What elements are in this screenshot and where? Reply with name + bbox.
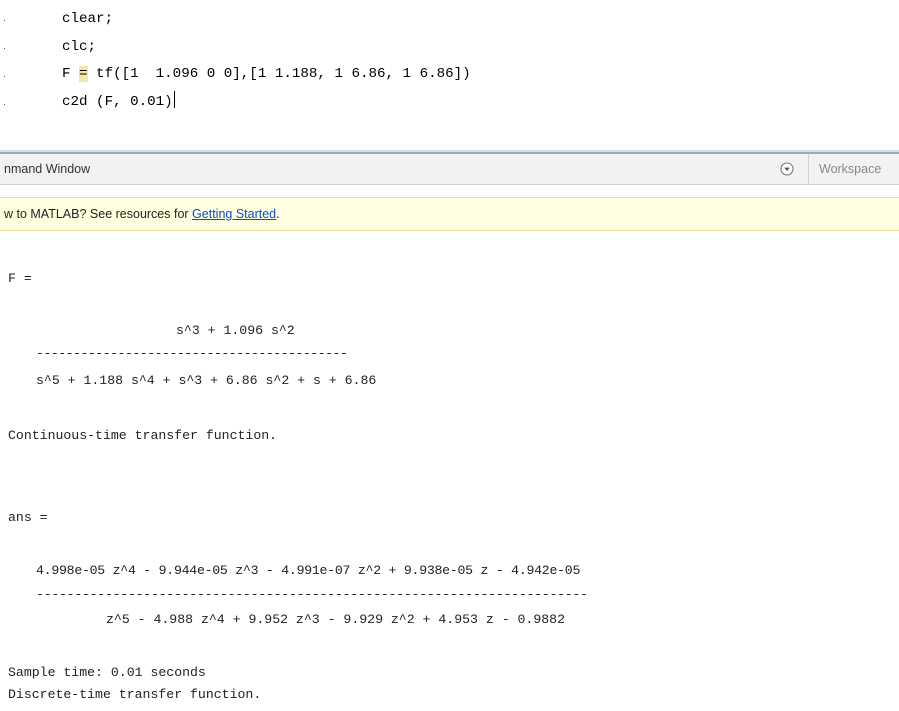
matched-equals-highlight: =	[79, 66, 88, 82]
banner-prefix: w to MATLAB? See resources for	[4, 207, 193, 221]
banner-text: w to MATLAB? See resources for Getting S…	[4, 198, 280, 230]
output-f-denominator: s^5 + 1.188 s^4 + s^3 + 6.86 s^2 + s + 6…	[36, 373, 377, 388]
breakpoint-marker[interactable]	[4, 20, 5, 21]
code-editor[interactable]: clear; clc; F = tf([1 1.096 0 0],[1 1.18…	[0, 0, 899, 152]
command-window-title: nmand Window	[4, 162, 91, 176]
banner-suffix: .	[276, 207, 280, 221]
output-f-fraction-bar: ----------------------------------------…	[36, 346, 348, 361]
code-text: c2d (F, 0.01)	[62, 94, 173, 110]
output-ans-denominator: z^5 - 4.988 z^4 + 9.952 z^3 - 9.929 z^2 …	[106, 612, 565, 627]
output-f-numerator: s^3 + 1.096 s^2	[176, 323, 295, 338]
code-line-tf[interactable]: F = tf([1 1.096 0 0],[1 1.188, 1 6.86, 1…	[62, 63, 471, 85]
output-ans-numerator: 4.998e-05 z^4 - 9.944e-05 z^3 - 4.991e-0…	[36, 563, 581, 578]
getting-started-banner: w to MATLAB? See resources for Getting S…	[0, 197, 899, 231]
code-line-c2d[interactable]: c2d (F, 0.01)	[62, 91, 175, 113]
breakpoint-marker[interactable]	[4, 76, 5, 77]
code-line-clear[interactable]: clear;	[62, 8, 113, 30]
command-window-titlebar: nmand Window Workspace	[0, 154, 899, 185]
output-f-type: Continuous-time transfer function.	[8, 428, 278, 443]
tab-workspace-label: Workspace	[819, 162, 882, 176]
tab-workspace[interactable]: Workspace	[808, 154, 899, 184]
breakpoint-marker[interactable]	[4, 104, 5, 105]
collapse-panel-icon[interactable]	[780, 162, 794, 176]
output-sample-time: Sample time: 0.01 seconds	[8, 665, 206, 680]
output-ans-type: Discrete-time transfer function.	[8, 687, 262, 702]
breakpoint-marker[interactable]	[4, 48, 5, 49]
output-f-label: F =	[8, 271, 32, 286]
code-text: tf([1 1.096 0 0],[1 1.188, 1 6.86, 1 6.8…	[87, 66, 471, 82]
output-ans-fraction-bar: ----------------------------------------…	[36, 587, 588, 602]
code-line-clc[interactable]: clc;	[62, 36, 96, 58]
text-caret	[173, 91, 175, 108]
getting-started-link[interactable]: Getting Started	[192, 207, 276, 221]
output-ans-label: ans =	[8, 510, 48, 525]
code-text: F	[62, 66, 80, 82]
